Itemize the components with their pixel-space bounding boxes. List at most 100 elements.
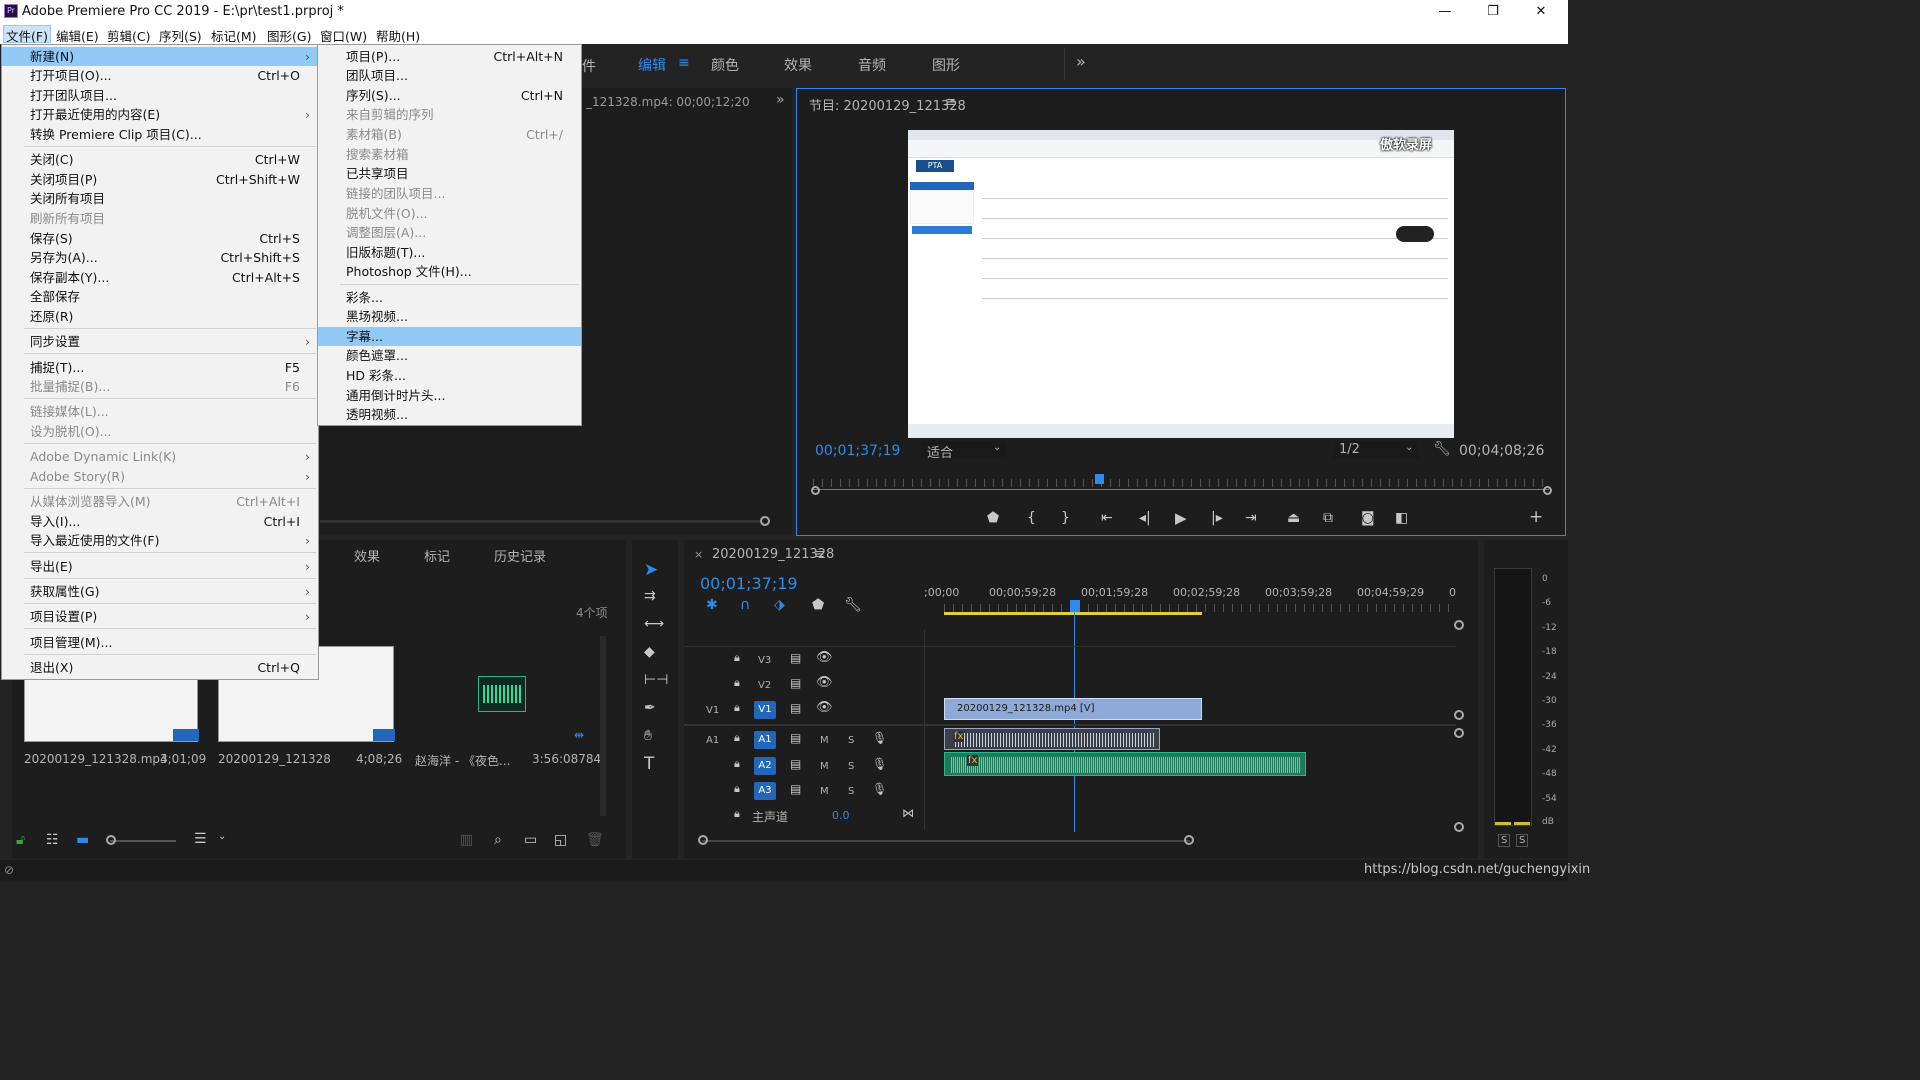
menu-item-save-as[interactable]: 另存为(A)... Ctrl+Shift+S xyxy=(2,248,318,267)
timeline-zoom-start[interactable] xyxy=(698,835,708,845)
step-back-icon[interactable]: ◂| xyxy=(1139,510,1151,526)
minimize-button[interactable]: — xyxy=(1422,0,1468,24)
sync-lock-icon[interactable]: ▤ xyxy=(790,757,801,771)
menu-item-exit[interactable]: 退出(X) Ctrl+Q xyxy=(2,658,318,677)
menu-window[interactable]: 窗口(W) xyxy=(320,26,367,45)
submenu-item-captions[interactable]: 字幕... xyxy=(318,327,581,346)
menu-item-open-team-project[interactable]: 打开团队项目... xyxy=(2,86,318,105)
workspace-tab-edit[interactable]: 编辑 xyxy=(638,55,666,75)
add-marker-icon[interactable]: ⬟ xyxy=(987,510,999,526)
audio-waveform-icon[interactable] xyxy=(478,676,526,712)
sequence-menu-icon[interactable]: ≡ xyxy=(814,547,825,562)
audio-clip-a1[interactable]: fx xyxy=(944,728,1160,750)
menu-item-open-project[interactable]: 打开项目(O)... Ctrl+O xyxy=(2,66,318,85)
submenu-item-black-video[interactable]: 黑场视频... xyxy=(318,307,581,326)
program-timecode-current[interactable]: 00;01;37;19 xyxy=(815,443,900,459)
menu-help[interactable]: 帮助(H) xyxy=(376,26,420,45)
trash-icon[interactable]: 🗑︎ xyxy=(586,832,604,848)
source-panel-more[interactable]: » xyxy=(776,92,785,108)
submenu-item-transparent-video[interactable]: 透明视频... xyxy=(318,405,581,424)
go-to-in-icon[interactable]: ⇤ xyxy=(1101,510,1113,526)
track-select-tool-icon[interactable]: ⇉ xyxy=(644,588,656,604)
submenu-item-bars-tone[interactable]: 彩条... xyxy=(318,288,581,307)
ripple-edit-tool-icon[interactable]: ⟷ xyxy=(644,616,664,632)
menu-item-project-settings[interactable]: 项目设置(P) › xyxy=(2,607,318,626)
menu-item-capture[interactable]: 捕捉(T)... F5 xyxy=(2,358,318,377)
automate-icon[interactable]: ▥ xyxy=(460,832,473,848)
step-forward-icon[interactable]: |▸ xyxy=(1211,510,1223,526)
zoom-slider[interactable] xyxy=(110,840,176,842)
menu-item-sync-settings[interactable]: 同步设置 › xyxy=(2,332,318,351)
workspace-tab-effects[interactable]: 效果 xyxy=(784,55,812,75)
lock-icon[interactable]: 🔒︎ xyxy=(734,731,740,745)
menu-edit[interactable]: 编辑(E) xyxy=(56,26,99,45)
track-target-v1[interactable]: V1 xyxy=(754,701,776,719)
mark-in-icon[interactable]: { xyxy=(1027,510,1036,526)
menu-item-import[interactable]: 导入(I)... Ctrl+I xyxy=(2,512,318,531)
mute-button[interactable]: M xyxy=(820,735,829,746)
timeline-settings-icon[interactable]: 🔧︎ xyxy=(844,597,862,613)
source-patch-v1[interactable]: V1 xyxy=(706,705,719,716)
audio-clip-a2[interactable]: fx xyxy=(944,752,1306,776)
menu-item-export[interactable]: 导出(E) › xyxy=(2,557,318,576)
workspace-prev[interactable]: 件 xyxy=(582,56,596,76)
linked-selection-icon[interactable]: ⬗ xyxy=(774,597,785,613)
fit-dropdown[interactable]: 适合 ⌄ xyxy=(921,441,1007,461)
track-height-icon[interactable]: ⋈ xyxy=(902,806,914,820)
menu-item-close-project[interactable]: 关闭项目(P) Ctrl+Shift+W xyxy=(2,170,318,189)
sort-icon[interactable]: ☰ xyxy=(194,831,207,847)
hand-tool-icon[interactable]: ✋︎ xyxy=(644,728,652,744)
workspace-menu-icon[interactable]: ≡ xyxy=(678,55,690,71)
play-icon[interactable]: ▶ xyxy=(1175,509,1187,527)
microphone-icon[interactable]: 🎙︎ xyxy=(872,757,887,771)
video-clip[interactable]: 20200129_121328.mp4 [V] xyxy=(944,698,1202,720)
mute-button[interactable]: M xyxy=(820,761,829,772)
type-tool-icon[interactable]: T xyxy=(644,754,654,774)
selection-tool-icon[interactable]: ➤ xyxy=(644,560,658,580)
lock-icon[interactable]: 🔓︎ xyxy=(16,832,25,848)
track-target-a2[interactable]: A2 xyxy=(754,757,776,775)
snap-icon[interactable]: ∩ xyxy=(740,597,750,613)
nest-icon[interactable]: ✱ xyxy=(706,597,718,613)
workspace-tab-audio[interactable]: 音频 xyxy=(858,55,886,75)
list-view-icon[interactable]: ☷ xyxy=(46,832,59,848)
menu-sequence[interactable]: 序列(S) xyxy=(159,26,202,45)
razor-tool-icon[interactable]: ◆ xyxy=(644,644,655,660)
solo-button[interactable]: S xyxy=(848,761,854,772)
menu-item-import-recent[interactable]: 导入最近使用的文件(F) › xyxy=(2,531,318,550)
icon-view-icon[interactable]: ▬ xyxy=(76,832,89,848)
resolution-dropdown[interactable]: 1/2 ⌄ xyxy=(1333,441,1419,459)
workspace-more-button[interactable]: » xyxy=(1076,52,1086,71)
comparison-view-icon[interactable]: ◧ xyxy=(1395,510,1408,526)
timeline-zoom-end[interactable] xyxy=(1184,835,1194,845)
menu-item-get-properties[interactable]: 获取属性(G) › xyxy=(2,582,318,601)
submenu-item-sequence[interactable]: 序列(S)... Ctrl+N xyxy=(318,86,581,105)
sync-lock-icon[interactable]: ▤ xyxy=(790,701,801,715)
track-target-a3[interactable]: A3 xyxy=(754,782,776,800)
chevron-down-icon[interactable]: ⌄ xyxy=(218,831,226,842)
source-zoom-handle[interactable] xyxy=(760,516,770,526)
program-menu-icon[interactable]: ≡ xyxy=(945,95,956,110)
tab-history[interactable]: 历史记录 xyxy=(494,546,546,565)
submenu-item-team-project[interactable]: 团队项目... xyxy=(318,66,581,85)
menu-item-save-all[interactable]: 全部保存 xyxy=(2,287,318,306)
submenu-item-shared-project[interactable]: 已共享项目 xyxy=(318,164,581,183)
submenu-item-hd-bars[interactable]: HD 彩条... xyxy=(318,366,581,385)
submenu-item-legacy-title[interactable]: 旧版标题(T)... xyxy=(318,243,581,262)
microphone-icon[interactable]: 🎙︎ xyxy=(872,731,887,745)
work-area-bar[interactable] xyxy=(944,612,1202,615)
go-to-out-icon[interactable]: ⇥ xyxy=(1245,510,1257,526)
add-marker-icon[interactable]: ⬟ xyxy=(812,597,824,613)
track-target-a1[interactable]: A1 xyxy=(754,731,776,749)
close-button[interactable]: ✕ xyxy=(1518,0,1564,24)
tab-effects[interactable]: 效果 xyxy=(354,546,380,565)
menu-clip[interactable]: 剪辑(C) xyxy=(107,26,150,45)
new-item-icon[interactable]: ◱ xyxy=(554,832,567,848)
camera-icon[interactable]: ◙ xyxy=(1361,510,1375,526)
timeline-timecode[interactable]: 00;01;37;19 xyxy=(700,574,798,593)
workspace-tab-color[interactable]: 颜色 xyxy=(711,55,739,75)
menu-item-save[interactable]: 保存(S) Ctrl+S xyxy=(2,229,318,248)
solo-left-button[interactable]: S xyxy=(1498,834,1511,847)
lock-icon[interactable]: 🔒︎ xyxy=(734,651,740,665)
source-patch-a1[interactable]: A1 xyxy=(706,735,719,746)
